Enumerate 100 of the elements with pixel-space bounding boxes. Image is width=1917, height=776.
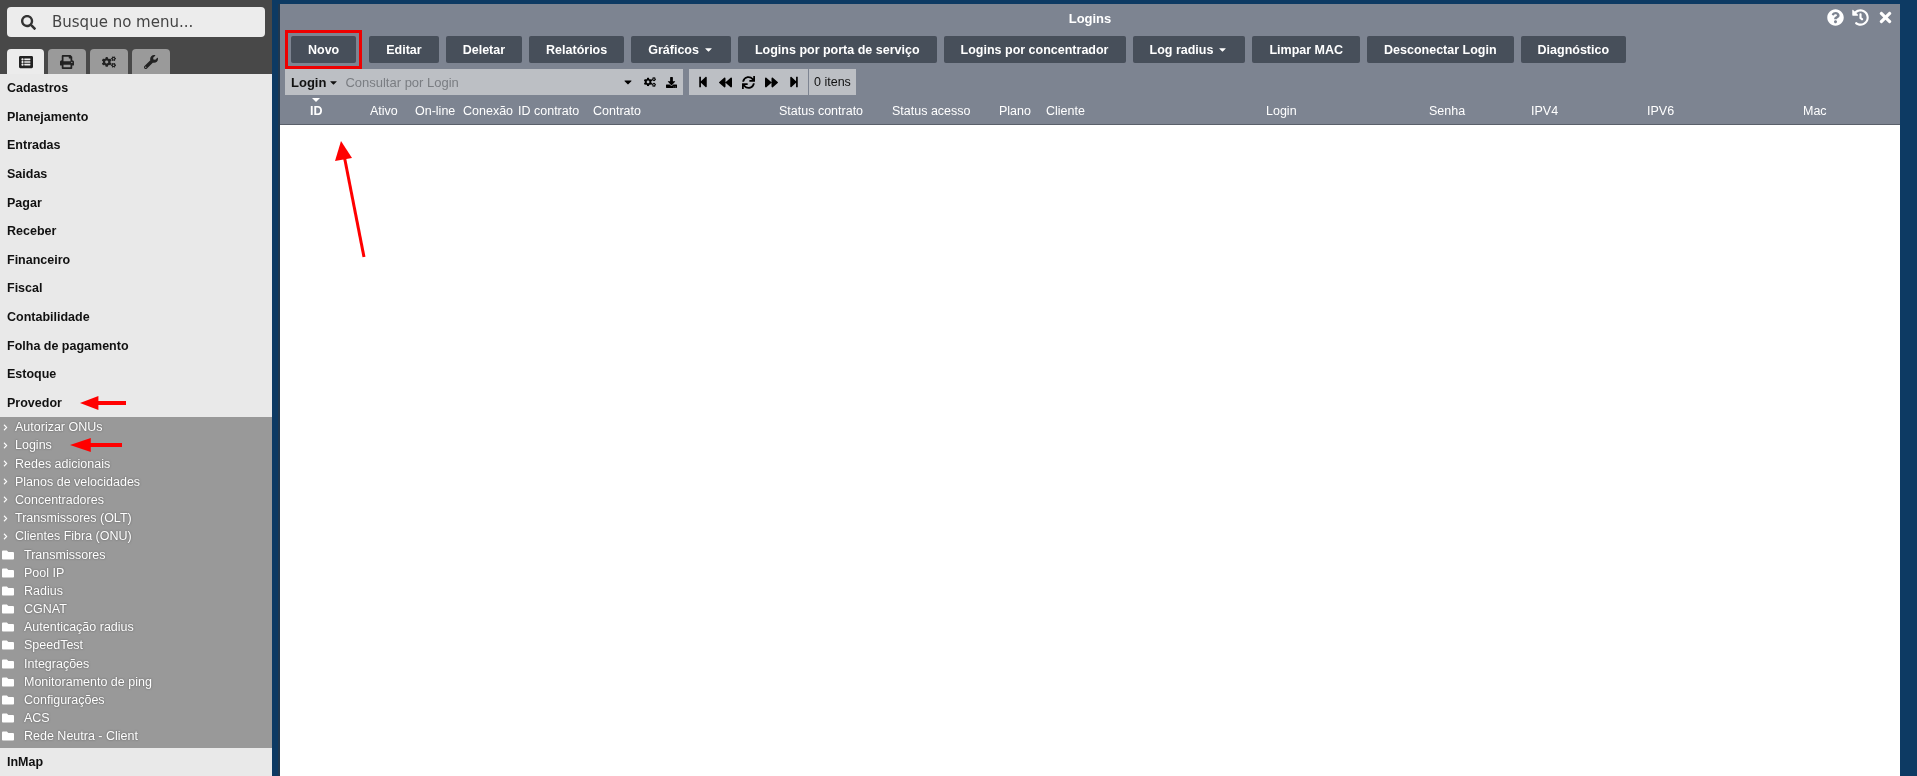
window-title: Logins bbox=[1068, 10, 1112, 26]
submenu-item[interactable]: Concentradores bbox=[0, 490, 272, 510]
chevron-icon bbox=[2, 532, 9, 540]
menu-item[interactable]: Cadastros bbox=[0, 74, 272, 103]
chevron-icon bbox=[2, 514, 9, 522]
submenu-item[interactable]: CGNAT bbox=[0, 600, 272, 619]
submenu-item[interactable]: SpeedTest bbox=[0, 636, 272, 655]
column-header[interactable]: Status acesso bbox=[892, 103, 999, 118]
folder-icon bbox=[2, 712, 14, 725]
close-icon[interactable] bbox=[1877, 9, 1894, 26]
submenu-item[interactable]: Redes adicionais bbox=[0, 454, 272, 473]
toolbar-button[interactable]: Limpar MAC bbox=[1252, 36, 1361, 63]
folder-icon bbox=[2, 584, 14, 597]
toolbar-button[interactable]: Relatórios bbox=[529, 36, 625, 63]
printer-icon bbox=[60, 54, 74, 69]
toolbar-button[interactable]: Logins por porta de serviço bbox=[737, 36, 937, 63]
folder-icon bbox=[2, 730, 14, 743]
menu-item[interactable]: Fiscal bbox=[0, 274, 272, 303]
column-header[interactable]: Login bbox=[1266, 103, 1429, 118]
column-header[interactable]: Status contrato bbox=[779, 103, 892, 118]
folder-icon bbox=[2, 657, 14, 670]
download-icon[interactable] bbox=[666, 76, 677, 88]
sidebar-tab[interactable] bbox=[7, 49, 44, 74]
sort-icon bbox=[312, 97, 320, 102]
menu-item[interactable]: Contabilidade bbox=[0, 302, 272, 332]
sidebar-tab[interactable] bbox=[132, 49, 170, 74]
submenu-item[interactable]: Radius bbox=[0, 581, 272, 600]
list-icon bbox=[18, 54, 33, 69]
submenu-item[interactable]: Integrações bbox=[0, 654, 272, 673]
submenu-item[interactable]: ACS bbox=[0, 709, 272, 728]
history-icon[interactable] bbox=[1852, 9, 1869, 26]
toolbar-button[interactable]: Log radius bbox=[1132, 36, 1246, 63]
column-header[interactable]: Cliente bbox=[1046, 103, 1266, 118]
submenu-item[interactable]: Transmissores (OLT) bbox=[0, 509, 272, 528]
column-header[interactable]: IPV4 bbox=[1531, 103, 1647, 118]
column-header[interactable]: Mac bbox=[1803, 103, 1883, 118]
chevron-icon bbox=[2, 460, 9, 468]
column-header[interactable]: Plano bbox=[999, 103, 1046, 118]
menu-item[interactable]: Entradas bbox=[0, 131, 272, 160]
folder-icon bbox=[2, 621, 14, 634]
search-field[interactable]: Consultar por Login bbox=[343, 73, 618, 91]
column-header[interactable]: Contrato bbox=[593, 103, 779, 118]
menu-item[interactable]: Folha de pagamento bbox=[0, 331, 272, 360]
wrench-icon bbox=[144, 54, 158, 69]
menu-item[interactable]: Financeiro bbox=[0, 245, 272, 275]
toolbar-button[interactable]: Gráficos bbox=[631, 36, 731, 63]
menu-item[interactable]: Receber bbox=[0, 216, 272, 246]
folder-icon bbox=[2, 566, 14, 579]
search-bar[interactable]: Login Consultar por Login bbox=[285, 69, 683, 95]
menu-item[interactable]: Saidas bbox=[0, 159, 272, 189]
gears-icon[interactable] bbox=[644, 76, 656, 88]
column-header[interactable]: Ativo bbox=[370, 103, 415, 118]
folder-icon bbox=[2, 548, 14, 561]
sidebar-tab[interactable] bbox=[48, 49, 86, 74]
menu-item[interactable]: Estoque bbox=[0, 359, 272, 389]
toolbar-button[interactable]: Diagnóstico bbox=[1520, 36, 1627, 63]
menu-item[interactable]: Pagar bbox=[0, 188, 272, 217]
submenu-item[interactable]: Transmissores bbox=[0, 545, 272, 564]
help-icon[interactable] bbox=[1827, 9, 1844, 26]
column-header[interactable]: IPV6 bbox=[1647, 103, 1803, 118]
column-header[interactable]: ID contrato bbox=[518, 103, 593, 118]
previous-page-icon[interactable] bbox=[719, 75, 732, 89]
menu-search-field[interactable]: Busque no menu... bbox=[50, 12, 251, 32]
folder-icon bbox=[2, 603, 14, 616]
menu-item[interactable]: InMap bbox=[0, 747, 272, 776]
submenu-item[interactable]: Configurações bbox=[0, 690, 272, 710]
column-header[interactable]: Senha bbox=[1429, 103, 1531, 118]
first-page-icon[interactable] bbox=[697, 76, 709, 88]
toolbar-button[interactable]: Logins por concentrador bbox=[943, 36, 1126, 63]
submenu-item[interactable]: Autenticação radius bbox=[0, 618, 272, 637]
submenu-item[interactable]: Pool IP bbox=[0, 563, 272, 582]
submenu-item[interactable]: Clientes Fibra (ONU) bbox=[0, 527, 272, 546]
toolbar-button[interactable]: Desconectar Login bbox=[1367, 36, 1514, 63]
toolbar-button[interactable]: Editar bbox=[369, 36, 439, 63]
submenu-item[interactable]: Autorizar ONUs bbox=[0, 418, 272, 437]
menu-search-box[interactable]: Busque no menu... bbox=[7, 7, 265, 37]
sidebar-tab[interactable] bbox=[90, 49, 128, 74]
folder-icon bbox=[2, 639, 14, 652]
toolbar-button[interactable]: Deletar bbox=[445, 36, 523, 63]
chevron-icon bbox=[2, 423, 9, 431]
refresh-icon[interactable] bbox=[742, 75, 755, 89]
toolbar-button[interactable]: Novo bbox=[291, 36, 357, 63]
submenu-item[interactable]: Logins bbox=[0, 436, 272, 455]
gears-icon bbox=[102, 54, 116, 69]
menu-item[interactable]: Provedor bbox=[0, 388, 272, 418]
next-page-icon[interactable] bbox=[765, 75, 778, 89]
submenu-item[interactable]: Monitoramento de ping bbox=[0, 672, 272, 691]
column-header[interactable]: Conexão bbox=[463, 103, 518, 118]
submenu-item[interactable]: Planos de velocidades bbox=[0, 472, 272, 491]
menu-item[interactable]: Planejamento bbox=[0, 102, 272, 132]
last-page-icon[interactable] bbox=[788, 76, 800, 88]
column-header[interactable]: On-line bbox=[415, 103, 463, 118]
submenu-item[interactable]: Rede Neutra - Client bbox=[0, 727, 272, 746]
chevron-icon bbox=[2, 478, 9, 486]
field-selector[interactable]: Login bbox=[291, 74, 340, 90]
column-header[interactable]: ID bbox=[290, 103, 370, 118]
folder-icon bbox=[2, 675, 14, 688]
folder-icon bbox=[2, 694, 14, 707]
search-icon bbox=[21, 14, 36, 30]
chevron-icon bbox=[2, 441, 9, 449]
